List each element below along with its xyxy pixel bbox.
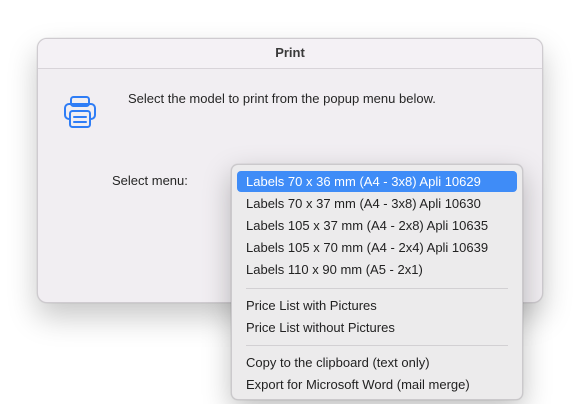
- select-menu-label: Select menu:: [112, 173, 188, 188]
- menu-item-export-word[interactable]: Export for Microsoft Word (mail merge): [237, 374, 517, 395]
- menu-item-labels-105x37[interactable]: Labels 105 x 37 mm (A4 - 2x8) Apli 10635: [237, 215, 517, 236]
- menu-separator: [246, 288, 508, 289]
- menu-item-copy-to-clipboard[interactable]: Copy to the clipboard (text only): [237, 352, 517, 373]
- printer-icon: [62, 94, 98, 130]
- menu-separator: [246, 345, 508, 346]
- menu-item-price-list-with-pictures[interactable]: Price List with Pictures: [237, 295, 517, 316]
- menu-item-labels-70x37[interactable]: Labels 70 x 37 mm (A4 - 3x8) Apli 10630: [237, 193, 517, 214]
- menu-item-price-list-without-pictures[interactable]: Price List without Pictures: [237, 317, 517, 338]
- popup-menu: Labels 70 x 36 mm (A4 - 3x8) Apli 10629 …: [231, 164, 523, 400]
- dialog-message: Select the model to print from the popup…: [128, 91, 436, 106]
- menu-item-labels-105x70[interactable]: Labels 105 x 70 mm (A4 - 2x4) Apli 10639: [237, 237, 517, 258]
- dialog-title: Print: [38, 39, 542, 69]
- menu-item-labels-70x36[interactable]: Labels 70 x 36 mm (A4 - 3x8) Apli 10629: [237, 171, 517, 192]
- menu-item-labels-110x90[interactable]: Labels 110 x 90 mm (A5 - 2x1): [237, 259, 517, 280]
